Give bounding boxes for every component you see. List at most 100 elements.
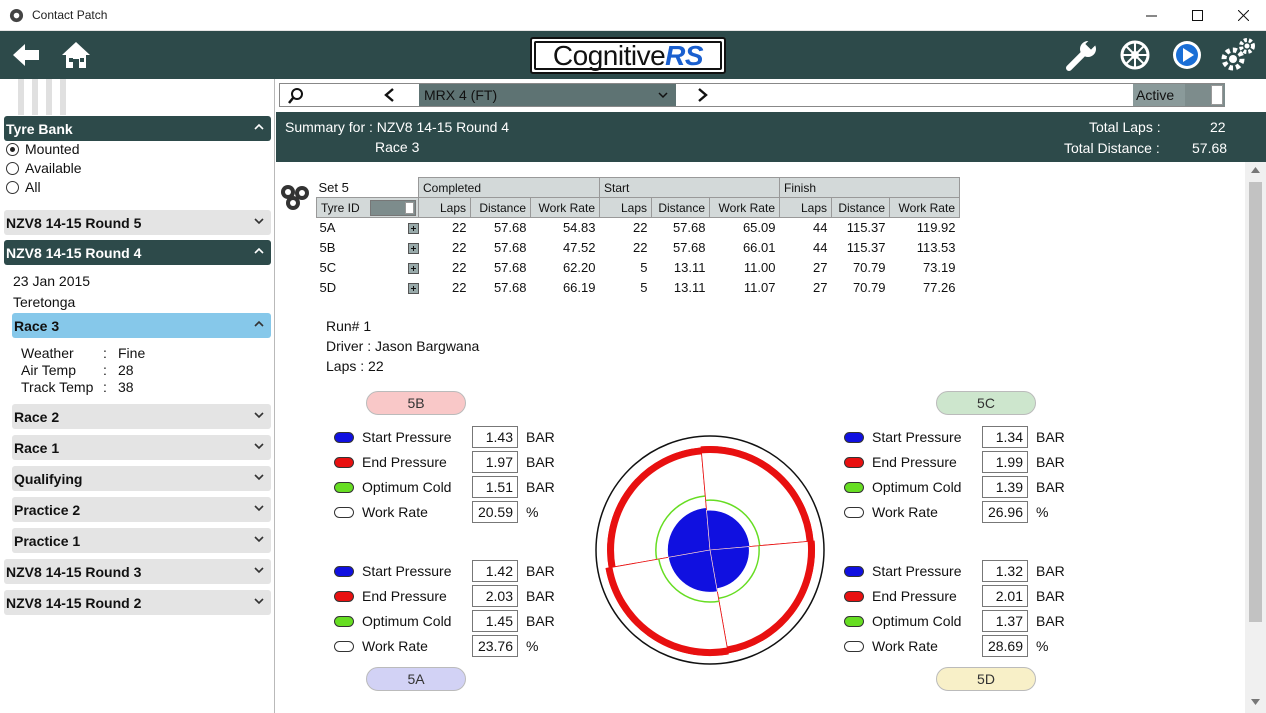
unit: BAR: [1036, 454, 1065, 470]
chevron-up-icon: [254, 320, 264, 327]
table-row[interactable]: 5A 22 57.68 54.83 22 57.68 65.09 44 115.…: [317, 218, 960, 238]
tools-button[interactable]: [1064, 37, 1100, 73]
radio-dot: [6, 180, 19, 194]
chevron-down-icon: [254, 412, 264, 419]
tyre-id-cell: 5D: [317, 278, 419, 298]
unit: BAR: [1036, 479, 1065, 495]
table-cell: 13.11: [673, 280, 706, 295]
legend-end-pressure: End Pressure: [844, 454, 957, 470]
table-cell: 22: [452, 240, 467, 255]
home-button[interactable]: [58, 37, 94, 73]
status-label: Active: [1133, 84, 1185, 106]
legend-label: Start Pressure: [362, 563, 452, 579]
scrollbar-thumb[interactable]: [1249, 182, 1262, 622]
expand-icon[interactable]: [407, 262, 419, 274]
session-race-2[interactable]: Race 2: [12, 404, 271, 429]
session-label: Qualifying: [14, 470, 83, 487]
scroll-down-icon[interactable]: [1251, 699, 1260, 705]
legend-label: Work Rate: [872, 504, 938, 520]
next-vehicle-button[interactable]: [696, 87, 710, 103]
radio-available[interactable]: Available: [6, 160, 82, 176]
table-cell: 5: [640, 260, 648, 275]
5c-optimum-cold: 1.39: [982, 476, 1028, 498]
search-icon[interactable]: [287, 87, 305, 105]
back-button[interactable]: [8, 37, 44, 73]
legend-label: End Pressure: [872, 588, 957, 604]
wheel-button[interactable]: [1117, 37, 1153, 73]
table-cell: 73.19: [922, 260, 956, 275]
tyre-5d-pill[interactable]: 5D: [936, 667, 1036, 691]
tyre-bank-header[interactable]: Tyre Bank: [4, 116, 271, 141]
5d-work-rate: 28.69: [982, 635, 1028, 657]
play-button[interactable]: [1169, 37, 1205, 73]
minimize-button[interactable]: [1128, 0, 1174, 31]
radio-all[interactable]: All: [6, 179, 41, 195]
event-round3[interactable]: NZV8 14-15 Round 3: [4, 559, 271, 584]
legend-label: Optimum Cold: [872, 613, 962, 629]
vertical-scrollbar[interactable]: [1245, 162, 1266, 713]
legend-label: Optimum Cold: [362, 613, 452, 629]
radio-dot: [6, 161, 19, 175]
settings-button[interactable]: [1220, 37, 1256, 73]
radio-mounted[interactable]: Mounted: [6, 141, 79, 157]
optimum-cold-swatch: [334, 481, 354, 493]
app-logo: Cognitive RS: [530, 37, 726, 74]
expand-icon[interactable]: [407, 223, 419, 234]
table-row[interactable]: 5B 22 57.68 47.52 22 57.68 66.01 44 115.…: [317, 238, 960, 258]
tyre-id-header[interactable]: Tyre ID: [316, 197, 419, 218]
event-round4[interactable]: NZV8 14-15 Round 4: [4, 240, 271, 265]
session-practice-2[interactable]: Practice 2: [12, 497, 271, 522]
set-label: Set 5: [318, 179, 349, 195]
close-button[interactable]: [1220, 0, 1266, 31]
radio-label: Mounted: [25, 141, 80, 157]
table-cell: 27: [813, 280, 828, 295]
table-row[interactable]: 5C 22 57.68 62.20 5 13.11 11.00 27 70.79…: [317, 258, 960, 278]
legend-label: Start Pressure: [872, 563, 962, 579]
event-round2[interactable]: NZV8 14-15 Round 2: [4, 590, 271, 615]
session-qualifying[interactable]: Qualifying: [12, 466, 271, 491]
event-label: NZV8 14-15 Round 2: [6, 594, 142, 611]
5a-end-pressure: 2.03: [472, 585, 518, 607]
event-round5[interactable]: NZV8 14-15 Round 5: [4, 210, 271, 235]
legend-start-pressure: Start Pressure: [334, 429, 451, 445]
tyre-5b-pill[interactable]: 5B: [366, 391, 466, 415]
session-race-1[interactable]: Race 1: [12, 435, 271, 460]
tyre-5c-pill[interactable]: 5C: [936, 391, 1036, 415]
scroll-up-icon[interactable]: [1251, 167, 1260, 173]
legend-end-pressure: End Pressure: [334, 588, 447, 604]
toggle-knob: [405, 202, 414, 214]
unit: %: [1036, 504, 1049, 520]
maximize-button[interactable]: [1174, 0, 1220, 31]
chevron-up-icon: [254, 123, 264, 130]
optimum-cold-swatch: [844, 615, 864, 627]
sort-toggle[interactable]: [370, 200, 416, 216]
run-number: Run# 1: [326, 318, 372, 334]
tyre-5a-pill[interactable]: 5A: [366, 667, 466, 691]
optimum-cold-swatch: [844, 481, 864, 493]
vehicle-select[interactable]: MRX 4 (FT): [419, 84, 676, 106]
previous-vehicle-button[interactable]: [382, 87, 396, 103]
expand-icon[interactable]: [407, 282, 419, 294]
app-header: Cognitive RS: [0, 31, 1266, 79]
run-laps: Laps : 22: [326, 358, 384, 374]
table-cell: 113.53: [916, 240, 956, 255]
5a-work-rate: 23.76: [472, 635, 518, 657]
active-toggle[interactable]: [1185, 84, 1225, 106]
session-race-3[interactable]: Race 3: [12, 313, 271, 338]
group-finish: Finish: [779, 177, 960, 198]
session-practice-1[interactable]: Practice 1: [12, 528, 271, 553]
5c-start-pressure: 1.34: [982, 426, 1028, 448]
table-cell: 22: [452, 280, 467, 295]
end-pressure-swatch: [334, 590, 354, 602]
expand-icon[interactable]: [407, 242, 419, 254]
table-cell: 115.37: [846, 220, 886, 236]
table-row[interactable]: 5D 22 57.68 66.19 5 13.11 11.07 27 70.79…: [317, 278, 960, 298]
legend-label: Optimum Cold: [362, 479, 452, 495]
work-rate-swatch: [844, 506, 864, 518]
table-cell: 27: [813, 260, 828, 275]
radio-label: All: [25, 179, 41, 195]
work-rate-swatch: [334, 506, 354, 518]
legend-label: Optimum Cold: [872, 479, 962, 495]
optimum-cold-swatch: [334, 615, 354, 627]
chevron-down-icon: [254, 505, 264, 512]
